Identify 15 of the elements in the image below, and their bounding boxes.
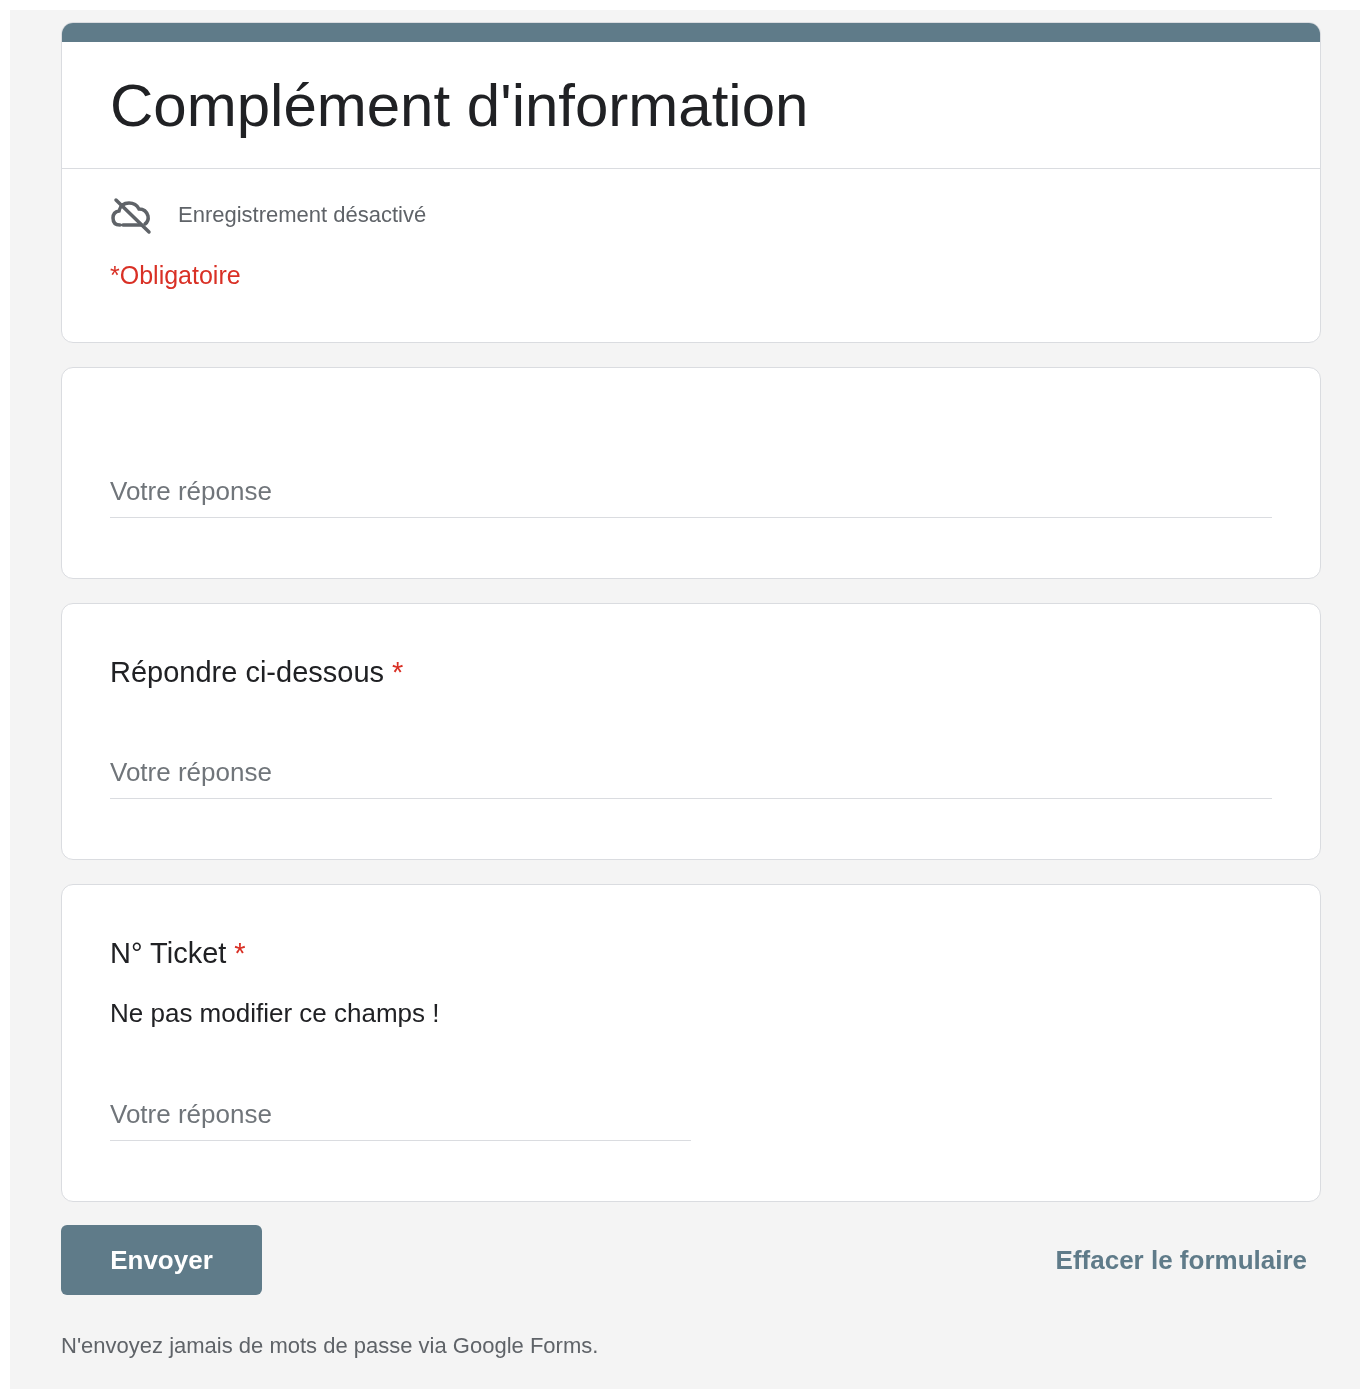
question-title: Répondre ci-dessous <box>110 656 385 688</box>
submit-button[interactable]: Envoyer <box>61 1225 262 1295</box>
saving-notice: Enregistrement désactivé <box>178 202 427 228</box>
answer-field[interactable]: Votre réponse <box>110 468 1272 518</box>
footer-note: N'envoyez jamais de mots de passe via Google Forms. <box>61 1333 600 1359</box>
question-description: Ne pas modifier ce champs ! <box>110 998 441 1029</box>
clear-form-button[interactable]: Effacer le formulaire <box>1041 1236 1321 1284</box>
form-title: Complément d'information <box>109 71 810 141</box>
answer-field[interactable]: Votre réponse <box>110 749 1272 799</box>
required-mark: * <box>234 937 246 969</box>
required-notice: *Obligatoire <box>110 261 242 290</box>
answer-field[interactable]: Votre réponse <box>110 1091 691 1141</box>
cloud-off-icon <box>110 195 152 235</box>
question-title: N° Ticket <box>110 937 227 969</box>
required-mark: * <box>392 656 404 688</box>
